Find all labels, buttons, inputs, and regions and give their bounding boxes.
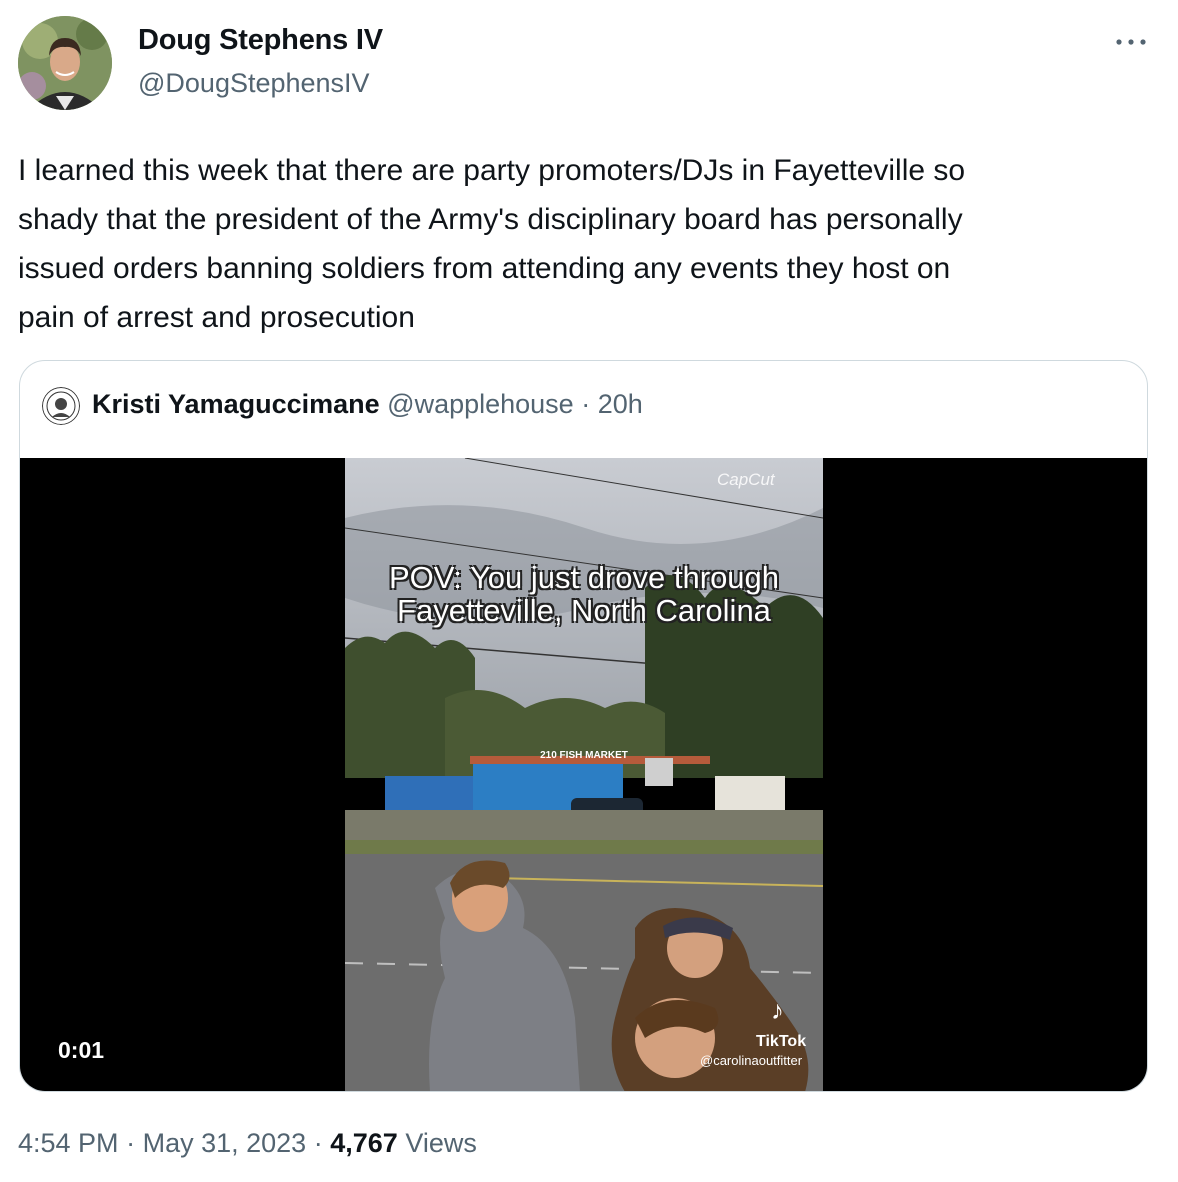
video-duration: 0:01 bbox=[58, 1037, 105, 1063]
meta-separator: · bbox=[126, 1128, 136, 1158]
more-horizontal-icon bbox=[1116, 39, 1146, 45]
video-player[interactable]: 210 FISH MARKET CapCut POV: You just dro… bbox=[20, 458, 1147, 1091]
author-avatar[interactable] bbox=[18, 16, 112, 110]
meta-separator: · bbox=[313, 1128, 323, 1158]
author-avatar-image bbox=[18, 16, 112, 110]
quote-timestamp[interactable]: 20h bbox=[598, 389, 643, 419]
author-name[interactable]: Doug Stephens IV bbox=[138, 24, 383, 57]
views-label: Views bbox=[405, 1128, 477, 1158]
quote-author-handle[interactable]: @wapplehouse bbox=[387, 389, 574, 419]
quote-tweet-card[interactable]: Kristi Yamaguccimane @wapplehouse · 20h bbox=[19, 360, 1148, 1092]
video-caption-line2: Fayetteville, North Carolina bbox=[397, 593, 771, 628]
quote-avatar-image bbox=[42, 387, 80, 425]
store-sign: 210 FISH MARKET bbox=[540, 750, 628, 761]
tiktok-label: TikTok bbox=[756, 1033, 807, 1050]
quote-author-name[interactable]: Kristi Yamaguccimane bbox=[92, 389, 380, 419]
tweet-date[interactable]: May 31, 2023 bbox=[143, 1128, 307, 1158]
quote-avatar[interactable] bbox=[42, 387, 80, 425]
author-handle[interactable]: @DougStephensIV bbox=[138, 68, 370, 99]
tweet-meta: 4:54 PM · May 31, 2023 · 4,767 Views bbox=[18, 1128, 477, 1159]
tiktok-username: @carolinaoutfitter bbox=[700, 1053, 803, 1068]
tweet-time[interactable]: 4:54 PM bbox=[18, 1128, 119, 1158]
tweet-text: I learned this week that there are party… bbox=[18, 154, 966, 334]
video-frame: 210 FISH MARKET CapCut POV: You just dro… bbox=[345, 458, 823, 1091]
quote-header: Kristi Yamaguccimane @wapplehouse · 20h bbox=[92, 389, 643, 420]
more-options-button[interactable] bbox=[1108, 22, 1154, 62]
video-frame-image: 210 FISH MARKET bbox=[345, 458, 823, 1091]
views-count: 4,767 bbox=[330, 1128, 398, 1158]
video-caption-line1: POV: You just drove through bbox=[388, 560, 780, 595]
capcut-watermark: CapCut bbox=[717, 470, 775, 489]
quote-separator: · bbox=[581, 389, 591, 419]
tiktok-icon: ♪ bbox=[771, 995, 784, 1025]
